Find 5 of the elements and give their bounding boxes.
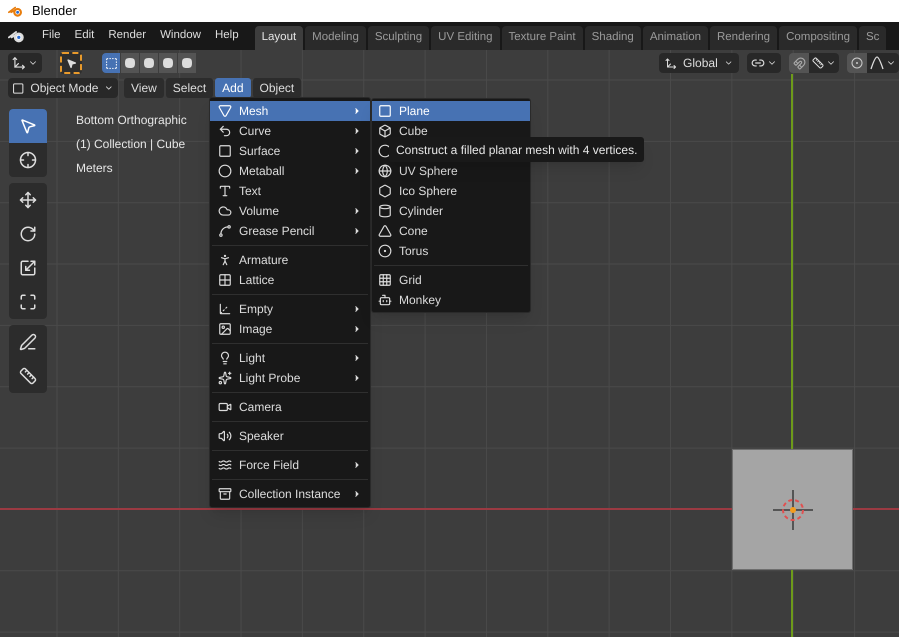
- viewport-info-text: Meters: [76, 160, 114, 177]
- viewport-info-text: Bottom Orthographic: [76, 112, 187, 129]
- viewport-info-text: (1) Collection | Cube: [76, 136, 186, 153]
- tooltip: Construct a filled planar mesh with 4 vertices.: [389, 137, 644, 162]
- window-title: Blender: [32, 2, 77, 20]
